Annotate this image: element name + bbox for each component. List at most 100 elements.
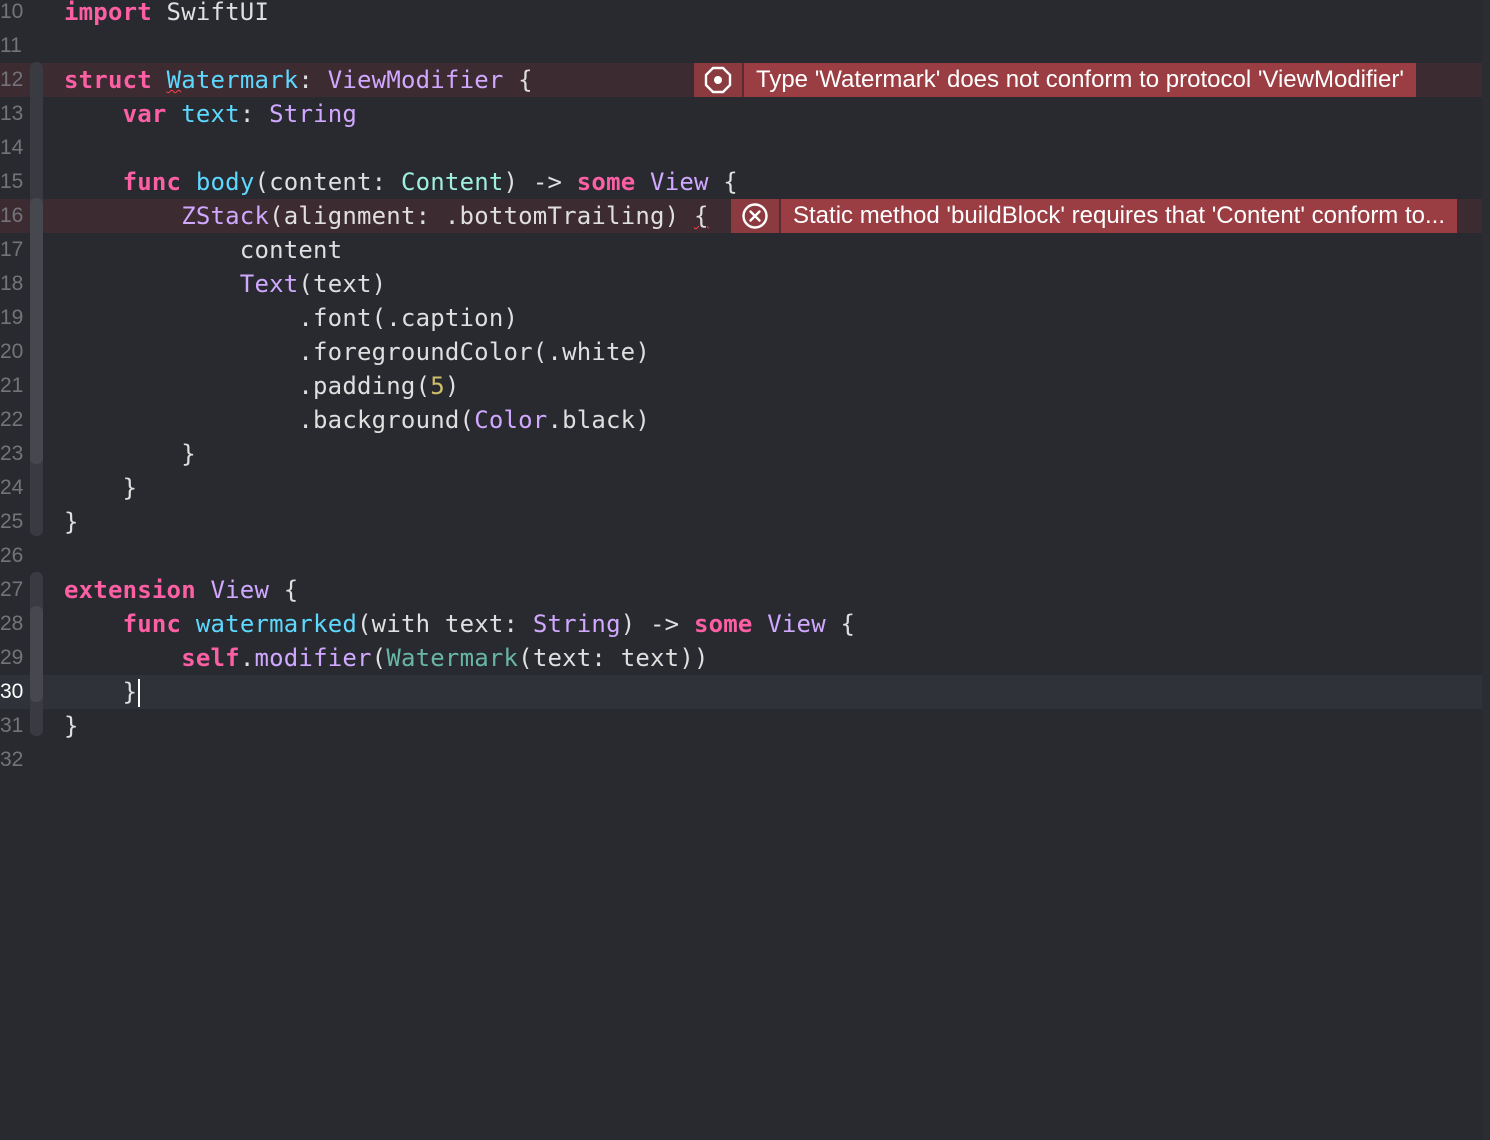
code-token: : xyxy=(298,66,328,94)
code-fold-ribbon[interactable] xyxy=(30,606,43,702)
code-line-27[interactable]: 27 extension View { xyxy=(0,573,1482,607)
code-line-29[interactable]: 29 self.modifier(Watermark(text: text)) xyxy=(0,641,1482,675)
code-token: (with text: xyxy=(357,610,533,638)
line-number: 25 xyxy=(0,510,24,533)
code-fold-ribbon[interactable] xyxy=(30,198,43,464)
code-text[interactable]: } xyxy=(64,709,79,743)
code-line-31[interactable]: 31} xyxy=(0,709,1482,743)
code-line-13[interactable]: 13 var text: String xyxy=(0,97,1482,131)
code-text[interactable]: } xyxy=(64,505,79,539)
code-token: } xyxy=(64,508,79,536)
code-line-23[interactable]: 23 } xyxy=(0,437,1482,471)
line-number: 10 xyxy=(0,0,24,23)
code-text[interactable]: .padding(5) xyxy=(64,369,460,403)
code-line-14[interactable]: 14 xyxy=(0,131,1482,165)
code-token: { xyxy=(693,202,709,230)
editor-right-edge xyxy=(1482,0,1490,1140)
code-line-12[interactable]: 12 struct Watermark: ViewModifier { Type '… xyxy=(0,63,1482,97)
line-number: 32 xyxy=(0,748,24,771)
code-text[interactable]: extension View { xyxy=(64,573,298,607)
error-annotation[interactable]: Static method 'buildBlock' requires that… xyxy=(731,199,1482,233)
code-line-10[interactable]: 10 import SwiftUI xyxy=(0,0,1482,29)
code-token: { xyxy=(503,66,533,94)
code-token: modifier xyxy=(254,644,372,672)
code-text[interactable]: } xyxy=(64,675,141,709)
code-token: String xyxy=(269,100,358,128)
code-line-15[interactable]: 15 func body(content: Content) -> some V… xyxy=(0,165,1482,199)
code-token: Text xyxy=(239,270,299,298)
code-token: .padding( xyxy=(64,372,431,400)
error-annotation[interactable]: Type 'Watermark' does not conform to pro… xyxy=(694,63,1482,97)
code-text[interactable]: self.modifier(Watermark(text: text)) xyxy=(64,641,709,675)
line-number: 16 xyxy=(0,204,24,227)
code-line-30[interactable]: 30 } xyxy=(0,675,1482,709)
code-token: View xyxy=(210,576,270,604)
code-token: W xyxy=(166,66,182,94)
line-number: 12 xyxy=(0,68,24,91)
code-token: Content xyxy=(400,168,504,196)
code-line-19[interactable]: 19 .font(.caption) xyxy=(0,301,1482,335)
code-line-17[interactable]: 17 content xyxy=(0,233,1482,267)
code-token: } xyxy=(64,474,138,502)
code-line-24[interactable]: 24 } xyxy=(0,471,1482,505)
line-number: 18 xyxy=(0,272,24,295)
code-line-26[interactable]: 26 xyxy=(0,539,1482,573)
code-line-28[interactable]: 28 func watermarked(with text: String) -… xyxy=(0,607,1482,641)
code-text[interactable]: .font(.caption) xyxy=(64,301,518,335)
line-number: 27 xyxy=(0,578,24,601)
code-text[interactable]: func watermarked(with text: String) -> s… xyxy=(64,607,855,641)
error-octagon-icon[interactable] xyxy=(694,63,744,97)
code-line-22[interactable]: 22 .background(Color.black) xyxy=(0,403,1482,437)
line-number: 30 xyxy=(0,680,24,703)
code-token: ZStack xyxy=(181,202,270,230)
code-line-21[interactable]: 21 .padding(5) xyxy=(0,369,1482,403)
code-token: (alignment: .bottomTrailing) xyxy=(269,202,694,230)
error-message: Type 'Watermark' does not conform to pro… xyxy=(744,63,1416,97)
code-line-20[interactable]: 20 .foregroundColor(.white) xyxy=(0,335,1482,369)
code-token: ( xyxy=(371,644,387,672)
line-number: 26 xyxy=(0,544,24,567)
code-token: { xyxy=(825,610,856,638)
code-line-18[interactable]: 18 Text(text) xyxy=(0,267,1482,301)
code-text[interactable]: ZStack(alignment: .bottomTrailing) { xyxy=(64,199,709,233)
code-token: .black) xyxy=(547,406,650,434)
code-text[interactable]: } xyxy=(64,437,196,471)
code-token: func xyxy=(122,610,182,638)
code-line-11[interactable]: 11 xyxy=(0,29,1482,63)
code-line-16[interactable]: 16 ZStack(alignment: .bottomTrailing) { S… xyxy=(0,199,1482,233)
code-text[interactable]: import SwiftUI xyxy=(64,0,269,29)
code-token: SwiftUI xyxy=(151,0,270,26)
text-cursor xyxy=(138,679,141,707)
code-token: (content: xyxy=(254,168,401,196)
code-text[interactable]: Text(text) xyxy=(64,267,386,301)
code-token: text xyxy=(181,100,240,128)
code-editor[interactable]: 10 import SwiftUI 11 12 struct Watermark: Vi… xyxy=(0,0,1482,1140)
code-line-32[interactable]: 32 xyxy=(0,743,1482,777)
code-token: extension xyxy=(64,576,196,604)
code-text[interactable]: content xyxy=(64,233,342,267)
code-text[interactable]: func body(content: Content) -> some View… xyxy=(64,165,738,199)
code-line-25[interactable]: 25} xyxy=(0,505,1482,539)
line-number: 31 xyxy=(0,714,24,737)
code-text[interactable]: .foregroundColor(.white) xyxy=(64,335,650,369)
line-number: 19 xyxy=(0,306,24,329)
code-token: } xyxy=(64,712,79,740)
code-token: String xyxy=(532,610,621,638)
code-token: : xyxy=(239,100,270,128)
error-message: Static method 'buildBlock' requires that… xyxy=(781,199,1457,233)
line-number: 28 xyxy=(0,612,24,635)
code-text[interactable]: struct Watermark: ViewModifier { xyxy=(64,63,533,97)
code-text[interactable]: var text: String xyxy=(64,97,357,131)
error-circle-x-icon[interactable] xyxy=(731,199,781,233)
code-text[interactable]: .background(Color.black) xyxy=(64,403,650,437)
code-text[interactable]: } xyxy=(64,471,137,505)
